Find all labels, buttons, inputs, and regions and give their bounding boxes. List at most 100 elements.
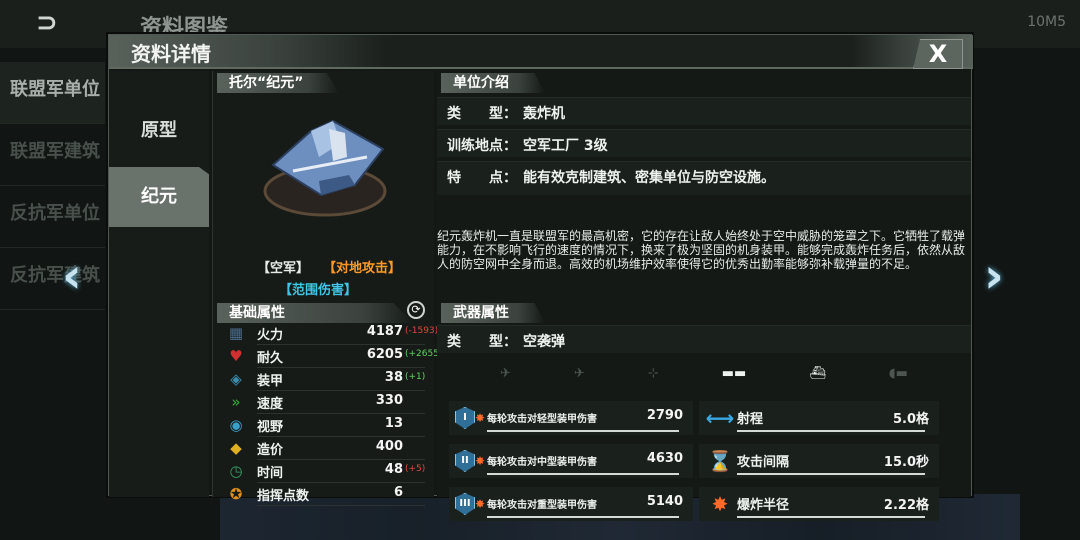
stat-row: ✪ 指挥点数 6	[213, 482, 433, 506]
firepower-icon: ▦	[228, 324, 244, 342]
info-column: 单位介绍 类 型： 轰炸机 训练地点： 空军工厂 3级 特 点： 能有效克制建筑…	[437, 71, 971, 521]
stat-row: ▦ 火力 4187 (-1593)	[213, 321, 438, 345]
status-readout: 10M5	[1027, 14, 1066, 30]
unit-type-row: 类 型： 轰炸机	[437, 97, 971, 125]
panel-title: 资料详情	[131, 42, 211, 66]
tag-ground-attack: 【对地攻击】	[323, 261, 402, 276]
damage-value: 5140	[646, 494, 683, 509]
jet-icon: ✈	[500, 365, 511, 381]
badge-i-icon: I	[455, 407, 475, 429]
stat-row: ◉ 视野 13	[213, 413, 433, 437]
damage-underline	[487, 516, 679, 518]
prev-arrow-icon[interactable]: ‹	[62, 248, 102, 304]
badge-iii-icon: III	[455, 493, 475, 515]
sidebar-item-rebel-units[interactable]: 反抗军单位	[0, 186, 105, 248]
stat-name: 指挥点数	[257, 489, 310, 504]
damage-value: 4630	[646, 451, 683, 466]
bomber-image	[263, 119, 387, 217]
spec-value: 15.0秒	[883, 455, 929, 470]
armor-medium-icon: II ✸	[455, 448, 485, 474]
damage-stat: II ✸ 每轮攻击对中型装甲伤害 4630	[449, 444, 693, 478]
stat-name: 火力	[257, 328, 284, 343]
refresh-icon[interactable]: ⟳	[407, 301, 425, 319]
stat-name: 视野	[257, 420, 284, 435]
unit-type-label: 类 型：	[447, 106, 517, 122]
stat-bonus: (+1)	[405, 372, 426, 382]
damage-stat: I ✸ 每轮攻击对轻型装甲伤害 2790	[449, 401, 693, 435]
heart-icon: ♥	[229, 347, 243, 365]
tag-air: 【空军】	[257, 261, 310, 276]
detail-panel: 资料详情 X 原型 纪元 托尔“纪元” 【空军】 【对地攻击】 【范围伤害】 基…	[108, 34, 973, 521]
stat-row: » 速度 330	[213, 390, 433, 414]
sidebar-item-alliance-units[interactable]: 联盟军单位	[0, 62, 105, 124]
training-site-value: 空军工厂 3级	[523, 138, 608, 154]
ship-icon: ⛴	[809, 365, 826, 381]
back-icon[interactable]: ⊃	[36, 8, 86, 40]
tag-area-damage: 【范围伤害】	[279, 283, 358, 298]
damage-label: 每轮攻击对轻型装甲伤害	[487, 414, 597, 425]
spec-value: 5.0格	[892, 412, 929, 427]
spec-underline	[737, 473, 925, 475]
stat-bonus: (-1593)	[405, 326, 439, 336]
spec-underline	[737, 430, 925, 432]
submarine-icon: ◖▬	[888, 365, 908, 381]
hourglass-icon: ⌛	[707, 449, 733, 473]
feature-label: 特 点：	[447, 170, 517, 186]
damage-value: 2790	[646, 408, 683, 423]
variant-tabs: 原型 纪元	[109, 71, 209, 497]
feature-row: 特 点： 能有效克制建筑、密集单位与防空设施。	[437, 161, 971, 195]
spec-label: 射程	[737, 412, 764, 427]
eye-icon: ◉	[229, 416, 243, 434]
weapon-type-value: 空袭弹	[523, 334, 565, 350]
plane-icon: ✈	[573, 365, 585, 381]
weapon-header: 武器属性	[441, 303, 545, 323]
base-stats-header: 基础属性	[217, 303, 413, 323]
stat-value: 330	[375, 393, 403, 408]
sidebar-item-alliance-buildings[interactable]: 联盟军建筑	[0, 124, 105, 186]
range-icon: ⟷	[705, 406, 735, 430]
tab-epoch[interactable]: 纪元	[109, 167, 209, 227]
armor-heavy-icon: III ✸	[455, 491, 485, 517]
unit-name: 托尔“纪元”	[217, 73, 339, 93]
damage-stat: III ✸ 每轮攻击对重型装甲伤害 5140	[449, 487, 693, 521]
stat-value: 4187	[366, 324, 403, 339]
feature-value: 能有效克制建筑、密集单位与防空设施。	[523, 170, 775, 186]
stat-row: ◷ 时间 48 (+5)	[213, 459, 433, 483]
stat-row: ◈ 装甲 38 (+1)	[213, 367, 433, 391]
spec-underline	[737, 516, 925, 518]
stat-name: 耐久	[257, 351, 284, 366]
damage-label: 每轮攻击对中型装甲伤害	[487, 457, 597, 468]
tank-icon: ▬▬	[721, 365, 747, 381]
stat-divider	[257, 505, 425, 506]
stat-name: 造价	[257, 443, 284, 458]
weapon-spec: ⌛ 攻击间隔 15.0秒	[699, 444, 939, 478]
stat-value: 13	[384, 416, 403, 431]
weapon-type-row: 类 型： 空袭弹	[437, 325, 971, 353]
training-site-label: 训练地点：	[447, 138, 517, 154]
stat-name: 装甲	[257, 374, 284, 389]
close-button[interactable]: X	[913, 39, 963, 69]
spec-label: 攻击间隔	[737, 455, 790, 470]
intro-header: 单位介绍	[441, 73, 545, 93]
weapon-type-label: 类 型：	[447, 334, 517, 350]
stat-bonus: (+5)	[405, 464, 426, 474]
speed-icon: »	[231, 393, 241, 411]
stat-row: ♥ 耐久 6205 (+2655)	[213, 344, 442, 368]
training-site-row: 训练地点： 空军工厂 3级	[437, 129, 971, 157]
explosion-icon: ✸	[711, 492, 729, 516]
spec-label: 爆炸半径	[737, 498, 790, 513]
unit-type-value: 轰炸机	[523, 106, 565, 122]
stat-name: 时间	[257, 466, 284, 481]
armor-light-icon: I ✸	[455, 405, 485, 431]
next-arrow-icon[interactable]: ›	[984, 248, 1024, 304]
badge-ii-icon: II	[455, 450, 475, 472]
shield-icon: ◈	[230, 370, 242, 388]
stat-value: 400	[375, 439, 403, 454]
weapon-spec: ✸ 爆炸半径 2.22格	[699, 487, 939, 521]
damage-label: 每轮攻击对重型装甲伤害	[487, 500, 597, 511]
tab-prototype[interactable]: 原型	[109, 101, 209, 161]
stat-value: 38	[384, 370, 403, 385]
helicopter-icon: ⊹	[647, 365, 659, 381]
time-icon: ◷	[229, 462, 243, 480]
stat-value: 6	[393, 485, 403, 500]
